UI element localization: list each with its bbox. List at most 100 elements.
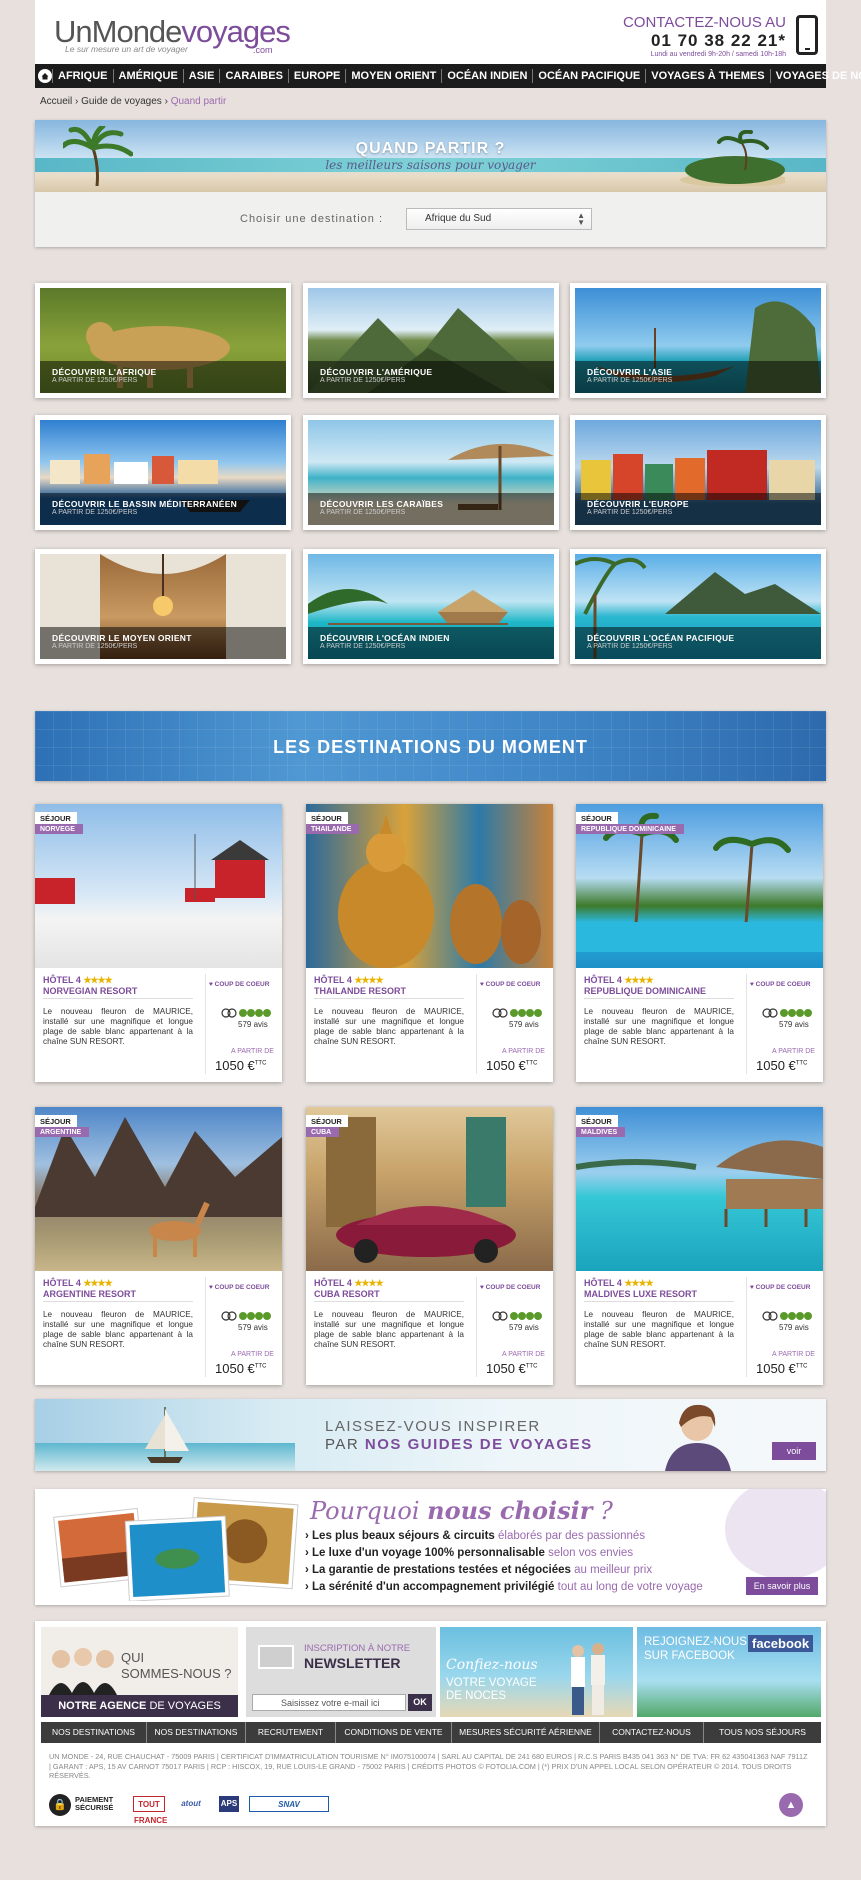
nav-item-afrique[interactable]: AFRIQUE xyxy=(52,69,113,83)
destination-tile-europe[interactable]: DÉCOUVRIR L'EUROPE A PARTIR DE 1250€/PER… xyxy=(570,415,826,530)
nav-item-voyages-noces[interactable]: VOYAGES DE NOCES xyxy=(769,69,861,83)
nav-item-ocean-pacifique[interactable]: OCÉAN PACIFIQUE xyxy=(532,69,645,83)
hotel-description: Le nouveau fleuron de MAURICE, installé … xyxy=(314,1007,464,1046)
breadcrumb-separator: › xyxy=(164,96,168,107)
facebook-text: REJOIGNEZ-NOUS SUR FACEBOOK xyxy=(644,1636,747,1662)
hotel-name[interactable]: ARGENTINE RESORT xyxy=(43,1289,136,1299)
offer-photo xyxy=(326,1117,516,1263)
about-us-block[interactable]: QUI SOMMES-NOUS ? NOTRE AGENCE DE VOYAGES xyxy=(41,1627,238,1717)
learn-more-button[interactable]: En savoir plus xyxy=(746,1577,818,1595)
site-header: UnMondevoyages Le sur mesure un art de v… xyxy=(35,0,826,64)
footer-link[interactable]: TOUS NOS SÉJOURS xyxy=(704,1722,821,1743)
about-us-title: QUI SOMMES-NOUS ? xyxy=(121,1650,232,1681)
destination-tile-caption: DÉCOUVRIR L'EUROPE A PARTIR DE 1250€/PER… xyxy=(575,493,821,525)
destination-tile-price: A PARTIR DE 1250€/PERS xyxy=(587,377,673,384)
star-rating-icon: ★★★★ xyxy=(83,1278,112,1288)
tripadvisor-rating-icon xyxy=(492,1311,542,1321)
destination-tile-indian-ocean[interactable]: DÉCOUVRIR L'OCÉAN INDIEN A PARTIR DE 125… xyxy=(303,549,559,664)
price-from-label: A PARTIR DE xyxy=(231,1048,274,1055)
select-arrows-icon: ▲ ▼ xyxy=(577,211,585,227)
offer-image: SÉJOUR MALDIVES xyxy=(576,1107,823,1271)
offer-price: 1050 €TTC xyxy=(756,1361,808,1376)
offer-card[interactable]: SÉJOUR REPUBLIQUE DOMINICAINE HÔTEL 4 ★★… xyxy=(576,804,823,1082)
guides-view-button[interactable]: voir xyxy=(772,1442,816,1460)
scroll-top-icon[interactable]: ▲ xyxy=(779,1793,803,1817)
destination-tile-title: DÉCOUVRIR L'OCÉAN INDIEN xyxy=(320,633,450,643)
star-rating-icon: ★★★★ xyxy=(354,1278,383,1288)
breadcrumb-guide[interactable]: Guide de voyages xyxy=(81,96,162,107)
travel-guides-banner[interactable]: LAISSEZ-VOUS INSPIRER PAR NOS GUIDES DE … xyxy=(35,1399,826,1471)
destination-tile-pacific-ocean[interactable]: DÉCOUVRIR L'OCÉAN PACIFIQUE A PARTIR DE … xyxy=(570,549,826,664)
footer-link[interactable]: RECRUTEMENT xyxy=(246,1722,336,1743)
footer-link[interactable]: CONTACTEZ-NOUS xyxy=(600,1722,704,1743)
hotel-name[interactable]: THAILANDE RESORT xyxy=(314,986,406,996)
home-icon[interactable] xyxy=(38,66,52,86)
destination-tile-caribbean[interactable]: DÉCOUVRIR LES CARAÏBES A PARTIR DE 1250€… xyxy=(303,415,559,530)
agency-button[interactable]: NOTRE AGENCE DE VOYAGES xyxy=(41,1695,238,1717)
offer-card[interactable]: SÉJOUR ARGENTINE HÔTEL 4 ★★★★ ARGENTINE … xyxy=(35,1107,282,1385)
newsletter-submit-button[interactable]: OK xyxy=(408,1694,432,1711)
honeymoon-block[interactable]: Confiez-nous VOTRE VOYAGE DE NOCES xyxy=(440,1627,633,1717)
hotel-name[interactable]: REPUBLIQUE DOMINICAINE xyxy=(584,986,706,996)
destination-select[interactable]: Afrique du Sud ▲ ▼ xyxy=(406,208,592,230)
favorite-badge: ♥ COUP DE COEUR xyxy=(750,1284,811,1291)
price-from-label: A PARTIR DE xyxy=(502,1351,545,1358)
nav-item-moyen-orient[interactable]: MOYEN ORIENT xyxy=(345,69,441,83)
offer-country-badge: ARGENTINE xyxy=(35,1127,90,1137)
offer-image: SÉJOUR CUBA xyxy=(306,1107,553,1271)
footer-link[interactable]: MESURES SÉCURITÉ AÉRIENNE xyxy=(452,1722,600,1743)
destination-tile-america[interactable]: DÉCOUVRIR L'AMÉRIQUE A PARTIR DE 1250€/P… xyxy=(303,283,559,398)
honeymoon-title: VOTRE VOYAGE DE NOCES xyxy=(446,1677,537,1702)
destination-tile-price: A PARTIR DE 1250€/PERS xyxy=(320,643,406,650)
tripadvisor-rating-icon xyxy=(762,1008,812,1018)
hotel-rating: HÔTEL 4 ★★★★ xyxy=(314,1278,384,1288)
hotel-name[interactable]: MALDIVES LUXE RESORT xyxy=(584,1289,697,1299)
hotel-rating: HÔTEL 4 ★★★★ xyxy=(314,975,384,985)
nav-item-caraibes[interactable]: CARAIBES xyxy=(219,69,287,83)
hotel-name[interactable]: CUBA RESORT xyxy=(314,1289,380,1299)
offer-type-badge: SÉJOUR xyxy=(576,812,618,824)
couple-image xyxy=(571,1643,605,1715)
facebook-logo[interactable]: facebook xyxy=(748,1635,814,1652)
opening-hours: Lundi au vendredi 9h-20h / samedi 10h-18… xyxy=(650,51,786,58)
destination-tile-asia[interactable]: DÉCOUVRIR L'ASIE A PARTIR DE 1250€/PERS xyxy=(570,283,826,398)
offer-card[interactable]: SÉJOUR NORVEGE HÔTEL 4 ★★★★ NORVEGIAN RE… xyxy=(35,804,282,1082)
breadcrumb-current: Quand partir xyxy=(170,96,227,107)
breadcrumb-home[interactable]: Accueil xyxy=(40,96,72,107)
destination-tile-title: DÉCOUVRIR L'AFRIQUE xyxy=(52,367,157,377)
site-footer: QUI SOMMES-NOUS ? NOTRE AGENCE DE VOYAGES… xyxy=(35,1621,826,1826)
nav-item-voyages-themes[interactable]: VOYAGES À THEMES xyxy=(645,69,769,83)
footer-link[interactable]: NOS DESTINATIONS xyxy=(41,1722,147,1743)
nav-item-amerique[interactable]: AMÉRIQUE xyxy=(112,69,183,83)
destination-tile-caption: DÉCOUVRIR LE BASSIN MÉDITERRANÉEN A PART… xyxy=(40,493,286,525)
destination-tile-mediterranean[interactable]: DÉCOUVRIR LE BASSIN MÉDITERRANÉEN A PART… xyxy=(35,415,291,530)
offer-card[interactable]: SÉJOUR CUBA HÔTEL 4 ★★★★ CUBA RESORT Le … xyxy=(306,1107,553,1385)
nav-item-europe[interactable]: EUROPE xyxy=(287,69,345,83)
phone-number[interactable]: 01 70 38 22 21* xyxy=(623,31,786,51)
why-item: › La sérénité d'un accompagnement privil… xyxy=(305,1581,703,1593)
offer-price: 1050 €TTC xyxy=(215,1058,267,1073)
partner-logo: TOUT FRANCE xyxy=(133,1796,167,1825)
destination-tile-caption: DÉCOUVRIR L'ASIE A PARTIR DE 1250€/PERS xyxy=(575,361,821,393)
destination-tile-middle-east[interactable]: DÉCOUVRIR LE MOYEN ORIENT A PARTIR DE 12… xyxy=(35,549,291,664)
why-item: › La garantie de prestations testées et … xyxy=(305,1564,653,1576)
nav-item-ocean-indien[interactable]: OCÉAN INDIEN xyxy=(441,69,532,83)
nav-item-asie[interactable]: ASIE xyxy=(182,69,220,83)
offer-card[interactable]: SÉJOUR MALDIVES HÔTEL 4 ★★★★ MALDIVES LU… xyxy=(576,1107,823,1385)
hotel-rating: HÔTEL 4 ★★★★ xyxy=(43,975,113,985)
newsletter-email-input[interactable]: Saisissez votre e-mail ici xyxy=(252,1694,406,1711)
destination-tile-price: A PARTIR DE 1250€/PERS xyxy=(52,509,138,516)
footer-link[interactable]: NOS DESTINATIONS xyxy=(147,1722,246,1743)
facebook-block[interactable]: REJOIGNEZ-NOUS SUR FACEBOOK facebook xyxy=(637,1627,821,1717)
when-to-go-subtitle: les meilleurs saisons pour voyager xyxy=(325,158,536,172)
review-count: 579 avis xyxy=(238,1323,268,1332)
hotel-name[interactable]: NORVEGIAN RESORT xyxy=(43,986,137,996)
lock-icon: 🔒 xyxy=(49,1794,71,1816)
footer-link[interactable]: CONDITIONS DE VENTE xyxy=(336,1722,452,1743)
destination-tile-title: DÉCOUVRIR LE MOYEN ORIENT xyxy=(52,633,192,643)
destination-tile-image: DÉCOUVRIR L'OCÉAN PACIFIQUE A PARTIR DE … xyxy=(575,554,821,659)
destination-tile-image: DÉCOUVRIR L'AMÉRIQUE A PARTIR DE 1250€/P… xyxy=(308,288,554,393)
destination-tile-africa[interactable]: DÉCOUVRIR L'AFRIQUE A PARTIR DE 1250€/PE… xyxy=(35,283,291,398)
logo-tagline: Le sur mesure un art de voyager xyxy=(65,44,188,54)
offer-card[interactable]: SÉJOUR THAILANDE HÔTEL 4 ★★★★ THAILANDE … xyxy=(306,804,553,1082)
